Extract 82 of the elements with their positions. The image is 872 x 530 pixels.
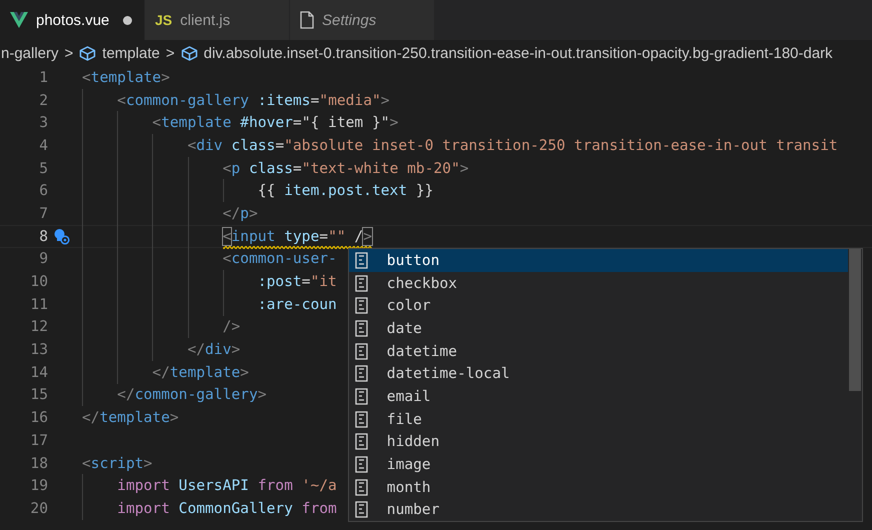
document-icon — [355, 320, 368, 337]
line-number: 14 — [29, 364, 48, 381]
code-line: </template> — [82, 409, 179, 426]
line-number: 17 — [29, 432, 48, 449]
code-line: <template> — [82, 68, 170, 86]
code-line: <common-gallery :items="media"> — [116, 92, 390, 109]
tab-label: Settings — [322, 12, 376, 28]
line-number: 16 — [29, 409, 48, 426]
line-number: 10 — [29, 273, 48, 290]
lightbulb-icon[interactable] — [53, 228, 70, 245]
code-line: :are-coun — [256, 296, 337, 313]
code-line: /> — [222, 318, 240, 336]
line-number: 7 — [38, 204, 48, 222]
code-line: <div class="absolute inset-0 transition-250 transition-ease-in-out transit — [186, 136, 838, 154]
line-number: 8 — [38, 228, 48, 245]
document-icon — [355, 456, 368, 474]
cube-icon — [180, 46, 198, 60]
line-number: 13 — [29, 341, 48, 358]
code-line: <input type="" /> — [82, 228, 372, 245]
tab-label: photos.vue — [36, 12, 110, 28]
editor-tab[interactable]: Settings — [290, 0, 435, 40]
document-icon — [355, 478, 368, 496]
suggestion-item[interactable]: file — [349, 408, 848, 430]
suggestion-item[interactable]: datetime — [349, 340, 848, 362]
line-number: 15 — [29, 386, 48, 404]
line-number: 20 — [29, 500, 48, 517]
document-icon — [355, 274, 368, 292]
document-icon — [355, 342, 368, 360]
document-icon — [355, 501, 368, 518]
suggestion-item[interactable]: datetime-local — [349, 362, 848, 386]
suggestion-item[interactable]: number — [349, 498, 848, 522]
document-icon — [355, 365, 368, 382]
code-line: <template #hover="{ item }"> — [151, 114, 398, 132]
code-line: :post="it — [256, 273, 337, 290]
breadcrumb-item[interactable]: div.absolute.inset-0.transition-250.transition-ease-in-out.transition-opacity.bg-gradient-180-dark — [180, 44, 833, 62]
js-icon: JS — [155, 12, 172, 28]
code-line: </common-gallery> — [116, 386, 267, 404]
breadcrumb-separator: > — [166, 44, 175, 62]
suggestion-item[interactable]: hidden — [349, 430, 848, 454]
document-icon — [355, 433, 368, 450]
suggestion-item[interactable]: checkbox — [349, 272, 848, 294]
line-number: 11 — [29, 296, 48, 313]
line-number: 6 — [38, 182, 48, 200]
line-number: 18 — [29, 454, 48, 472]
unsaved-dot-icon — [123, 16, 132, 24]
suggestion-item[interactable]: email — [349, 385, 848, 408]
v-logo-icon — [10, 12, 28, 28]
document-icon — [355, 388, 368, 405]
line-number: 9 — [38, 250, 48, 268]
editor-tab[interactable]: photos.vue — [0, 0, 145, 40]
scrollbar-thumb[interactable] — [849, 249, 861, 391]
line-number: 5 — [38, 160, 48, 177]
tab-label: client.js — [180, 12, 230, 28]
document-icon — [355, 297, 368, 314]
code-line: <common-user- — [222, 250, 337, 268]
editor-tab[interactable]: JS client.js — [145, 0, 290, 40]
suggestion-item[interactable]: date — [349, 317, 848, 340]
line-number: 12 — [29, 318, 48, 336]
document-icon — [355, 252, 368, 269]
code-line: <p class="text-white mb-20"> — [222, 160, 469, 177]
code-line: {{ item.post.text }} — [256, 182, 434, 200]
line-number: 2 — [38, 92, 48, 109]
code-line: </p> — [222, 204, 258, 222]
code-line: </template> — [151, 364, 249, 381]
code-line: <script> — [82, 454, 152, 472]
cube-icon — [79, 46, 96, 60]
file-icon — [300, 11, 314, 29]
suggestion-item[interactable]: image — [349, 453, 848, 476]
line-number: 4 — [38, 136, 48, 154]
code-line: import UsersAPI from '~/a — [116, 477, 337, 494]
line-number: 1 — [38, 68, 48, 86]
breadcrumb-item[interactable]: n-gallery — [1, 44, 59, 62]
code-line: import CommonGallery from — [116, 500, 337, 517]
line-number: 3 — [38, 114, 48, 132]
suggestion-item[interactable]: button — [349, 249, 848, 272]
document-icon — [355, 410, 368, 428]
suggestion-item[interactable]: month — [349, 476, 848, 499]
suggestion-item[interactable]: color — [349, 294, 848, 318]
line-number: 19 — [29, 477, 48, 494]
code-line: </div> — [186, 341, 240, 358]
breadcrumb-separator: > — [64, 44, 74, 62]
breadcrumb-item[interactable]: template — [79, 44, 160, 62]
